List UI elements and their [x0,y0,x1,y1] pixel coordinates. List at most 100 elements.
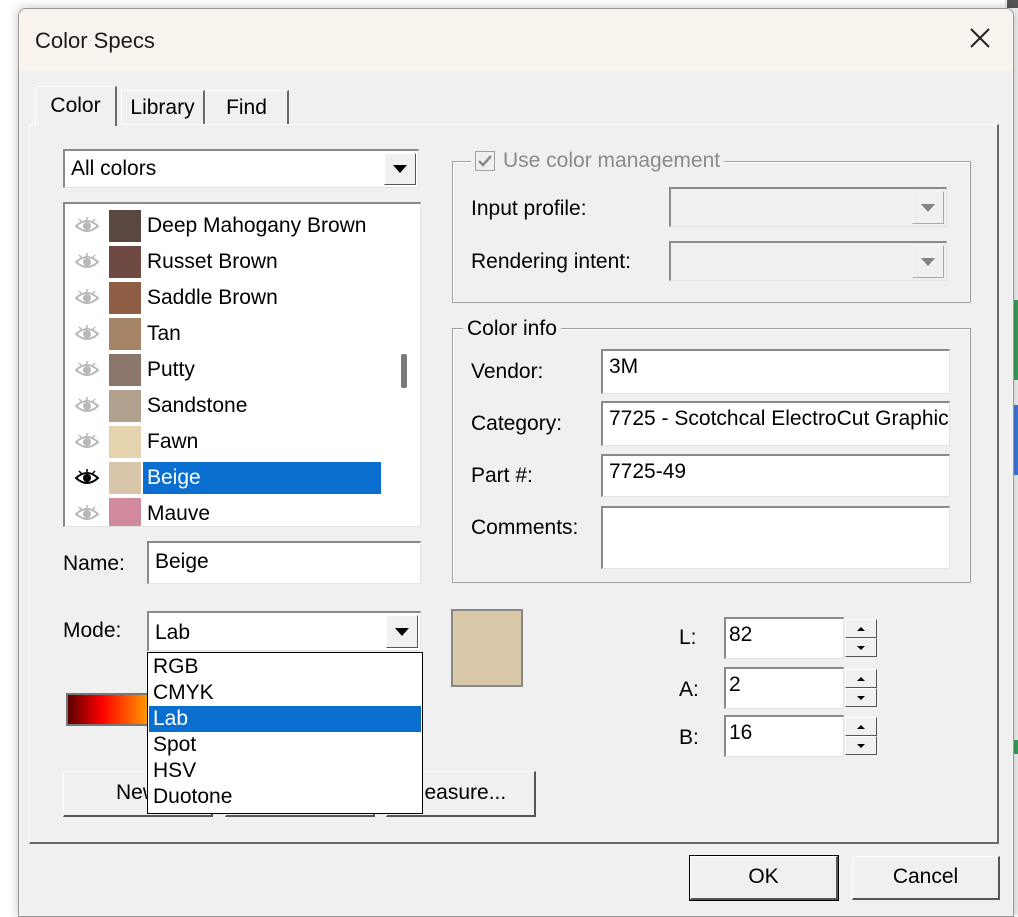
title-bar[interactable]: Color Specs [19,9,1013,71]
name-label: Name: [63,552,125,575]
a-spin-up[interactable] [845,669,877,688]
b-spin-down[interactable] [845,736,877,755]
color-management-group [452,161,971,303]
color-name: Sandstone [147,394,248,417]
color-swatch [109,282,141,314]
scrollbar-thumb[interactable] [401,354,407,388]
name-input[interactable]: Beige [147,541,421,584]
category-value: 7725 - Scotchcal ElectroCut Graphic [609,407,949,430]
color-info-group-label: Color info [463,317,561,341]
list-item[interactable]: Beige [65,460,385,496]
b-value: 16 [729,721,753,744]
tab-find[interactable]: Find [205,90,289,124]
color-list-items: Deep Mahogany Brown Russet Brown Saddle Br… [65,208,387,526]
caret-down-icon [857,743,865,748]
list-item[interactable]: Russet Brown [65,244,385,280]
eye-icon[interactable] [75,252,99,272]
caret-up-icon [857,676,865,681]
b-spinner[interactable] [845,715,877,757]
caret-down-icon [857,645,865,650]
a-input[interactable]: 2 [724,667,844,709]
close-button[interactable] [957,15,1003,61]
color-name: Mauve [147,502,211,525]
caret-up-icon [857,626,865,631]
eye-icon[interactable] [75,504,99,524]
list-item[interactable]: Saddle Brown [65,280,385,316]
a-spin-down[interactable] [845,688,877,707]
input-profile-dropdown-button[interactable] [912,191,944,224]
tab-color-label: Color [50,94,101,117]
ok-button[interactable]: OK [689,855,839,901]
a-label: A: [679,678,699,701]
b-spin-up[interactable] [845,717,877,736]
mode-option-duotone[interactable]: Duotone [149,784,421,810]
mode-dropdown[interactable]: Lab [147,611,421,651]
mode-option-hsv[interactable]: HSV [149,758,421,784]
mode-option-spot[interactable]: Spot [149,732,421,758]
mode-option-cmyk[interactable]: CMYK [149,680,421,706]
list-item[interactable]: Deep Mahogany Brown [65,208,385,244]
chevron-down-icon [395,627,409,636]
tab-library[interactable]: Library [121,90,205,124]
color-specs-dialog: Color Specs Color Library Find All color… [18,8,1014,917]
color-filter-dropdown-button[interactable] [384,153,416,185]
eye-icon[interactable] [75,468,99,488]
eye-icon[interactable] [75,216,99,236]
window-title: Color Specs [35,28,155,53]
color-management-label: Use color management [503,149,721,172]
input-profile-label: Input profile: [471,197,587,220]
color-swatch [109,246,141,278]
l-input[interactable]: 82 [724,617,844,659]
rendering-intent-dropdown[interactable] [669,241,947,281]
cancel-button[interactable]: Cancel [852,856,1000,900]
vendor-input[interactable]: 3M [601,349,950,394]
category-label: Category: [471,412,563,435]
chevron-down-icon [393,165,407,173]
b-input[interactable]: 16 [724,715,844,757]
eye-icon[interactable] [75,288,99,308]
l-spin-up[interactable] [845,619,877,638]
eye-icon[interactable] [75,360,99,380]
list-item[interactable]: Tan [65,316,385,352]
color-list[interactable]: Deep Mahogany Brown Russet Brown Saddle Br… [63,202,421,527]
caret-down-icon [857,695,865,700]
checkmark-icon [478,155,492,167]
a-spinner[interactable] [845,667,877,709]
list-item[interactable]: Mauve [65,496,385,526]
eye-icon[interactable] [75,396,99,416]
mode-dropdown-button[interactable] [386,615,418,648]
part-value: 7725-49 [609,460,687,483]
list-item[interactable]: Sandstone [65,388,385,424]
mode-label: Mode: [63,619,122,642]
part-input[interactable]: 7725-49 [601,454,950,497]
l-spin-down[interactable] [845,638,877,657]
color-name: Fawn [147,430,199,453]
color-name: Russet Brown [147,250,278,273]
color-swatch [109,390,141,422]
color-name: Putty [147,358,195,381]
comments-input[interactable] [601,506,950,569]
a-value: 2 [729,673,741,696]
part-label: Part #: [471,464,533,487]
color-management-checkbox[interactable] [475,151,495,171]
list-item[interactable]: Fawn [65,424,385,460]
color-swatch [109,462,141,494]
close-icon [970,28,990,48]
mode-dropdown-list[interactable]: RGB CMYK Lab Spot HSV Duotone [147,652,423,814]
mode-value: Lab [155,621,191,644]
eye-icon[interactable] [75,432,99,452]
color-filter-dropdown[interactable]: All colors [63,149,419,188]
list-item[interactable]: Putty [65,352,385,388]
rendering-intent-dropdown-button[interactable] [912,245,944,278]
caret-up-icon [857,724,865,729]
color-swatch [109,318,141,350]
mode-option-rgb[interactable]: RGB [149,654,421,680]
input-profile-dropdown[interactable] [669,187,947,227]
color-management-checkbox-row[interactable]: Use color management [471,149,725,173]
eye-icon[interactable] [75,324,99,344]
l-spinner[interactable] [845,617,877,659]
tab-color[interactable]: Color [35,86,117,126]
color-list-scrollbar[interactable] [391,204,419,526]
category-input[interactable]: 7725 - Scotchcal ElectroCut Graphic [601,401,950,446]
mode-option-lab[interactable]: Lab [149,706,421,732]
